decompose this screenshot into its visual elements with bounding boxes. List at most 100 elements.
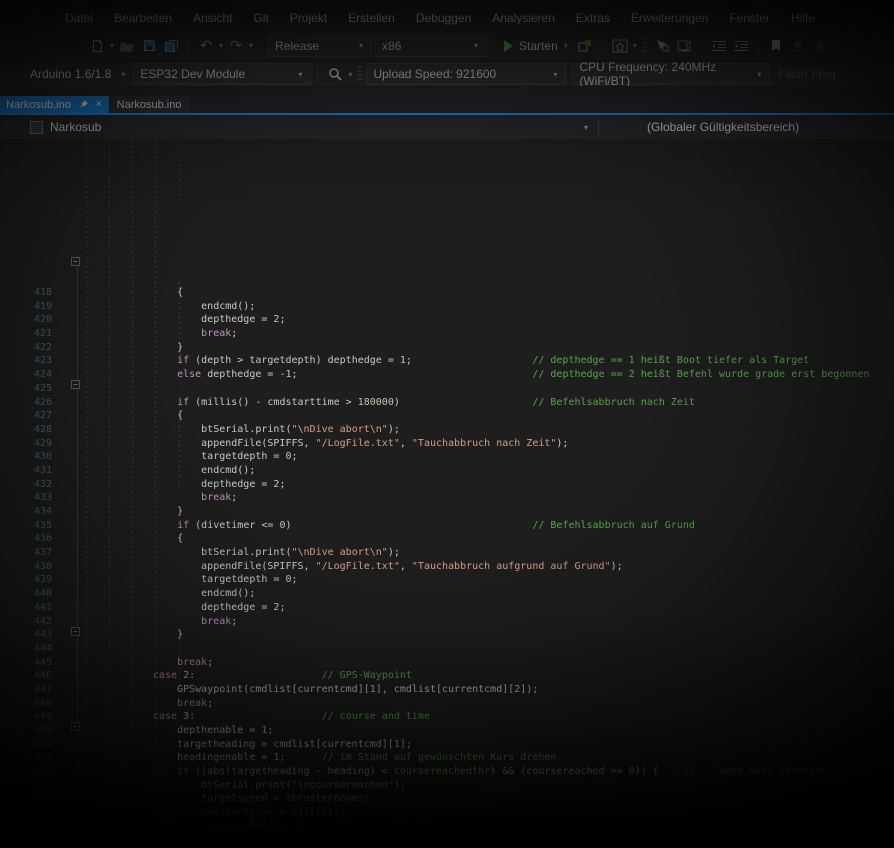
- navigate-forward-icon[interactable]: →: [390, 812, 404, 830]
- code-line[interactable]: 448 break;: [0, 697, 894, 711]
- redo-button[interactable]: ↷: [225, 35, 247, 57]
- home-caret-icon[interactable]: ▾: [633, 41, 637, 50]
- code-line[interactable]: 450 depthenable = 1;: [0, 724, 894, 738]
- start-caret-icon[interactable]: ▾: [564, 41, 568, 50]
- configuration-value: Release: [275, 39, 319, 53]
- menu-datei[interactable]: Datei: [56, 9, 102, 27]
- code-line[interactable]: 452 headingenable = 1; // im Stand auf g…: [0, 751, 894, 765]
- code-line[interactable]: 440 endcmd();: [0, 587, 894, 601]
- code-line[interactable]: 421 break;: [0, 327, 894, 341]
- navigate-home-button[interactable]: [609, 35, 631, 57]
- code-line[interactable]: 437 btSerial.print("\nDive abort\n");: [0, 546, 894, 560]
- start-button[interactable]: Starten ▾: [500, 39, 574, 53]
- code-line[interactable]: 453 if ((abs(targetheading - heading) < …: [0, 765, 894, 779]
- menu-debuggen[interactable]: Debuggen: [407, 9, 480, 27]
- menu-bearbeiten[interactable]: Bearbeiten: [105, 9, 181, 27]
- tab-narkosub-inactive[interactable]: Narkosub.ino: [110, 96, 189, 113]
- new-file-caret-icon[interactable]: ▾: [110, 41, 114, 50]
- code-line[interactable]: 426 if (millis() - cmdstarttime > 180000…: [0, 396, 894, 410]
- menu-analysieren[interactable]: Analysieren: [483, 9, 564, 27]
- ide-version-caret-icon[interactable]: ▾: [121, 70, 125, 79]
- code-line[interactable]: 446case 2: // GPS-Waypoint: [0, 669, 894, 683]
- select-element-button[interactable]: [651, 35, 673, 57]
- code-line[interactable]: 458 }: [0, 834, 894, 848]
- code-line[interactable]: 428 btSerial.print("\nDive abort\n");: [0, 423, 894, 437]
- board-combo[interactable]: ESP32 Dev Module▾: [133, 63, 311, 85]
- flash-frequency-label[interactable]: Flash Freq: [778, 67, 835, 81]
- search-caret-icon[interactable]: ▾: [348, 70, 352, 79]
- menu-ansicht[interactable]: Ansicht: [184, 9, 241, 27]
- cpu-frequency-combo[interactable]: CPU Frequency: 240MHz (WiFi/BT)▾: [572, 63, 770, 85]
- close-icon[interactable]: ×: [96, 100, 102, 110]
- fold-collapse-icon[interactable]: −: [71, 722, 80, 731]
- menu-git[interactable]: Git: [244, 9, 277, 27]
- tab-narkosub-active[interactable]: Narkosub.ino ×: [0, 96, 109, 113]
- code-line[interactable]: 430 targetdepth = 0;: [0, 450, 894, 464]
- tab-well: [0, 86, 894, 96]
- code-line[interactable]: 439 targetdepth = 0;: [0, 573, 894, 587]
- undo-button[interactable]: ↶: [195, 35, 217, 57]
- redo-caret-icon[interactable]: ▾: [249, 41, 253, 50]
- bookmark-next-button[interactable]: [809, 35, 831, 57]
- code-line[interactable]: 436 {: [0, 532, 894, 546]
- code-line[interactable]: 449case 3: // course and time: [0, 710, 894, 724]
- bookmark-button[interactable]: [765, 35, 787, 57]
- code-line[interactable]: 425: [0, 382, 894, 396]
- line-number: 422: [0, 341, 52, 355]
- decrease-indent-button[interactable]: [708, 35, 730, 57]
- navigate-back-icon[interactable]: ←: [338, 812, 352, 830]
- code-line[interactable]: 451 targetheading = cmdlist[currentcmd][…: [0, 738, 894, 752]
- code-line[interactable]: 443 }: [0, 628, 894, 642]
- scope-dropdown[interactable]: (Globaler Gültigkeitsbereich): [599, 115, 799, 139]
- bookmark-prev-button[interactable]: [787, 35, 809, 57]
- menu-erweiterungen[interactable]: Erweiterungen: [622, 9, 717, 27]
- code-line[interactable]: 423 if (depth > targetdepth) depthedge =…: [0, 354, 894, 368]
- code-line[interactable]: 434 }: [0, 505, 894, 519]
- undo-caret-icon[interactable]: ▾: [219, 41, 223, 50]
- code-line[interactable]: 419 endcmd();: [0, 300, 894, 314]
- code-line[interactable]: 438 appendFile(SPIFFS, "/LogFile.txt", "…: [0, 560, 894, 574]
- code-line[interactable]: 454 btSerial.print("\ncoursereached");: [0, 779, 894, 793]
- code-line[interactable]: 435 if (divetimer <= 0) // Befehlsabbruc…: [0, 519, 894, 533]
- ide-version-label[interactable]: Arduino 1.6/1.8: [30, 67, 111, 81]
- menu-hilfe[interactable]: Hilfe: [782, 9, 824, 27]
- fold-collapse-icon[interactable]: −: [71, 380, 80, 389]
- code-line[interactable]: 444: [0, 642, 894, 656]
- save-all-button[interactable]: [160, 35, 182, 57]
- attach-to-process-button[interactable]: [574, 35, 596, 57]
- code-line[interactable]: 431 endcmd();: [0, 464, 894, 478]
- code-line[interactable]: 432 depthedge = 2;: [0, 478, 894, 492]
- menu-extras[interactable]: Extras: [567, 9, 619, 27]
- search-icon[interactable]: [324, 63, 346, 85]
- code-line[interactable]: 442 break;: [0, 615, 894, 629]
- code-line[interactable]: 447 GPSwaypoint(cmdlist[currentcmd][1], …: [0, 683, 894, 697]
- configuration-combo[interactable]: Release▾: [268, 35, 372, 57]
- code-line[interactable]: 441 depthedge = 2;: [0, 601, 894, 615]
- increase-indent-button[interactable]: [730, 35, 752, 57]
- new-file-button[interactable]: [86, 35, 108, 57]
- refresh-icon[interactable]: ⟳: [163, 812, 174, 830]
- fold-collapse-icon[interactable]: −: [71, 257, 80, 266]
- fold-collapse-icon[interactable]: −: [71, 627, 80, 636]
- code-line[interactable]: 433 break;: [0, 491, 894, 505]
- upload-speed-combo[interactable]: Upload Speed: 921600▾: [366, 63, 566, 85]
- save-button[interactable]: [138, 35, 160, 57]
- menu-fenster[interactable]: Fenster: [720, 9, 779, 27]
- code-line[interactable]: 420 depthedge = 2;: [0, 313, 894, 327]
- code-line[interactable]: 445 break;: [0, 656, 894, 670]
- menu-erstellen[interactable]: Erstellen: [339, 9, 404, 27]
- code-line[interactable]: 418 {: [0, 286, 894, 300]
- pin-icon[interactable]: [79, 100, 88, 109]
- code-line[interactable]: 422 }: [0, 341, 894, 355]
- menu-projekt[interactable]: Projekt: [281, 9, 336, 27]
- open-file-button[interactable]: [116, 35, 138, 57]
- line-number: 426: [0, 396, 52, 410]
- code-editor[interactable]: 418 {419 endcmd();420 depthedge = 2;421 …: [0, 141, 894, 848]
- code-line[interactable]: 427 {: [0, 409, 894, 423]
- find-in-code-button[interactable]: [673, 35, 695, 57]
- code-line[interactable]: 429 appendFile(SPIFFS, "/LogFile.txt", "…: [0, 437, 894, 451]
- project-dropdown[interactable]: Narkosub ▾: [0, 115, 598, 139]
- code-line[interactable]: 455 targetspeed = thrusterpower;: [0, 792, 894, 806]
- code-line[interactable]: 424 else depthedge = -1; // depthedge ==…: [0, 368, 894, 382]
- platform-combo[interactable]: x86▾: [375, 35, 487, 57]
